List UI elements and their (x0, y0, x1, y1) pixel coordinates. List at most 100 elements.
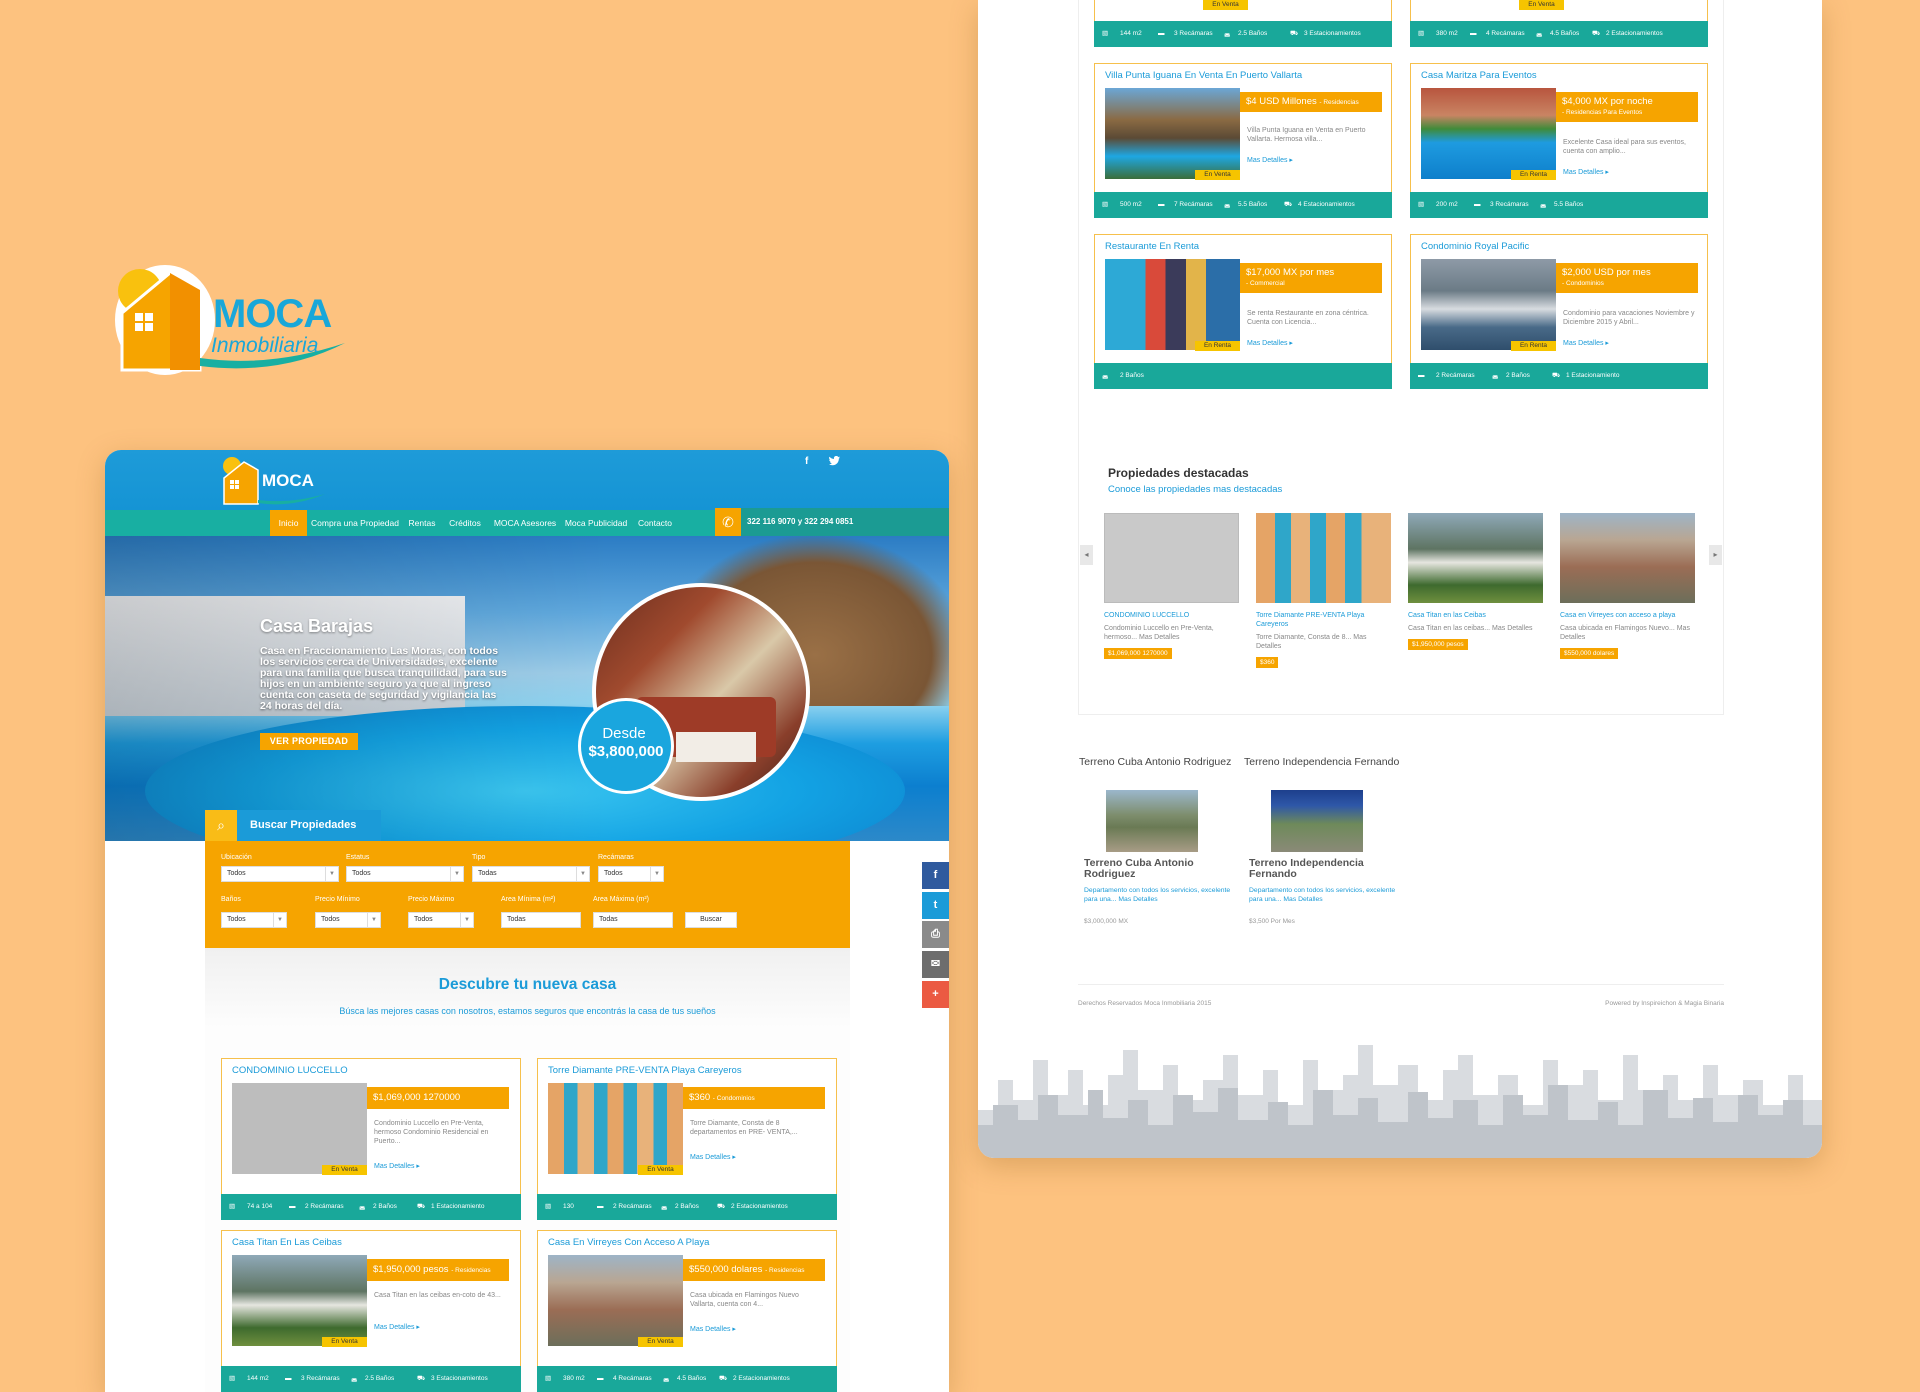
terreno-item[interactable]: Terreno Cuba Antonio Rodriguez Terreno C… (1079, 757, 1239, 926)
property-card[interactable]: Condominio Royal Pacific En Renta $2,000… (1410, 234, 1708, 389)
card-title[interactable]: Torre Diamante PRE-VENTA Playa Careyeros (548, 1065, 742, 1076)
card-title[interactable]: Casa En Virreyes Con Acceso A Playa (548, 1237, 709, 1248)
property-card[interactable]: CONDOMINIO LUCCELLO En Venta $1,069,000 … (221, 1058, 521, 1220)
terreno-item[interactable]: Terreno Independencia Fernando Terreno I… (1244, 757, 1404, 926)
select-ubicacion[interactable]: Todos ▼ (221, 866, 339, 882)
featured-photo[interactable] (1104, 513, 1239, 603)
card-title[interactable]: Restaurante En Renta (1105, 241, 1199, 252)
property-card[interactable]: Restaurante En Renta En Renta $17,000 MX… (1094, 234, 1392, 389)
select-recamaras[interactable]: Todos ▼ (598, 866, 664, 882)
twitter-icon[interactable] (829, 456, 840, 466)
featured-name[interactable]: Casa en Virreyes con acceso a playa (1560, 611, 1695, 620)
bath-icon: ◛ (1540, 201, 1547, 208)
view-property-button[interactable]: VER PROPIEDAD (260, 733, 358, 750)
select-precio-min[interactable]: Todos ▼ (315, 912, 381, 928)
search-button[interactable]: Buscar (685, 912, 737, 928)
carousel-next-icon[interactable]: ▸ (1709, 545, 1722, 565)
select-tipo[interactable]: Todas ▼ (472, 866, 590, 882)
property-card[interactable]: Casa Maritza Para Eventos En Renta $4,00… (1410, 63, 1708, 218)
card-title[interactable]: Casa Titan En Las Ceibas (232, 1237, 342, 1248)
card-title[interactable]: Villa Punta Iguana En Venta En Puerto Va… (1105, 70, 1302, 81)
more-details-link[interactable]: Mas Detalles ▸ (1247, 156, 1293, 164)
property-photo[interactable] (1421, 88, 1556, 179)
property-card[interactable]: Villa Punta Iguana En Venta En Puerto Va… (1094, 63, 1392, 218)
feature-area: 200 m2 (1436, 201, 1458, 208)
terreno-photo[interactable] (1106, 790, 1198, 852)
property-photo[interactable] (232, 1255, 367, 1346)
price-value: $1,069,000 1270000 (373, 1092, 461, 1103)
featured-name[interactable]: CONDOMINIO LUCCELLO (1104, 611, 1239, 620)
carousel-prev-icon[interactable]: ◂ (1080, 545, 1093, 565)
property-photo[interactable] (1105, 88, 1240, 179)
more-details-link[interactable]: Mas Detalles ▸ (374, 1323, 420, 1331)
featured-name[interactable]: Casa Titan en las Ceibas (1408, 611, 1543, 620)
featured-name[interactable]: Torre Diamante PRE-VENTA Playa Careyeros (1256, 611, 1391, 629)
terreno-title[interactable]: Terreno Cuba Antonio Rodriguez (1079, 757, 1239, 768)
nav-rentas[interactable]: Rentas (405, 510, 439, 536)
select-value: Todas (478, 870, 497, 877)
more-label: Mas Detalles (1563, 340, 1604, 347)
powered-by[interactable]: Powered by Inspireichon & Magia Binaria (1605, 1000, 1724, 1007)
facebook-icon[interactable]: f (805, 456, 808, 467)
property-card[interactable]: Casa En Virreyes Con Acceso A Playa En V… (537, 1230, 837, 1392)
phone-box[interactable]: ✆ 322 116 9070 y 322 294 0851 (715, 508, 949, 536)
nav-contacto[interactable]: Contacto (633, 510, 677, 536)
bed-icon: ▬ (597, 1203, 604, 1210)
card-title[interactable]: CONDOMINIO LUCCELLO (232, 1065, 348, 1076)
share-print-icon[interactable]: ⎙ (922, 921, 949, 948)
terreno-title[interactable]: Terreno Independencia Fernando (1244, 757, 1404, 768)
input-area-max[interactable]: Todas (593, 912, 673, 928)
select-estatus[interactable]: Todos ▼ (346, 866, 464, 882)
status-tag: En Renta (1511, 170, 1556, 180)
logo-sub: Inmobiliaria (211, 334, 319, 357)
share-more-icon[interactable]: + (922, 981, 949, 1008)
more-details-link[interactable]: Mas Detalles ▸ (690, 1153, 736, 1161)
select-precio-max[interactable]: Todos ▼ (408, 912, 474, 928)
featured-price: $1,950,000 pesos (1408, 639, 1468, 650)
featured-item[interactable]: Casa en Virreyes con acceso a playa Casa… (1560, 513, 1695, 660)
more-details-link[interactable]: Mas Detalles ▸ (1247, 339, 1293, 347)
nav-asesores[interactable]: MOCA Asesores (491, 510, 559, 536)
more-details-link[interactable]: Mas Detalles ▸ (1563, 168, 1609, 176)
select-banos[interactable]: Todos ▼ (221, 912, 287, 928)
area-icon: ▧ (545, 1203, 552, 1210)
terreno-name[interactable]: Terreno Cuba Antonio Rodriguez (1084, 858, 1239, 880)
feature-parking: 3 Estacionamientos (431, 1375, 488, 1382)
nav-inicio[interactable]: Inicio (270, 510, 307, 536)
hero-price-badge: Desde $3,800,000 (578, 698, 674, 794)
input-area-min[interactable]: Todas (501, 912, 581, 928)
feature-baths: 2 Baños (1120, 372, 1144, 379)
site-logo-icon[interactable]: MOCA (220, 456, 330, 508)
bath-icon: ◛ (351, 1375, 358, 1382)
property-photo[interactable] (548, 1083, 683, 1174)
featured-photo[interactable] (1408, 513, 1543, 603)
card-title[interactable]: Condominio Royal Pacific (1421, 241, 1529, 252)
share-facebook-icon[interactable]: f (922, 862, 949, 889)
nav-creditos[interactable]: Créditos (445, 510, 485, 536)
featured-photo[interactable] (1256, 513, 1391, 603)
more-details-link[interactable]: Mas Detalles ▸ (1563, 339, 1609, 347)
property-card[interactable]: Casa Titan En Las Ceibas En Venta $1,950… (221, 1230, 521, 1392)
nav-publicidad[interactable]: Moca Publicidad (563, 510, 629, 536)
price-value: $4 USD Millones (1246, 96, 1317, 107)
share-email-icon[interactable]: ✉ (922, 951, 949, 978)
featured-item[interactable]: Torre Diamante PRE-VENTA Playa Careyeros… (1256, 513, 1391, 669)
nav-compra[interactable]: Compra una Propiedad (311, 510, 399, 536)
more-details-link[interactable]: Mas Detalles ▸ (690, 1325, 736, 1333)
card-title[interactable]: Casa Maritza Para Eventos (1421, 70, 1537, 81)
featured-item[interactable]: Casa Titan en las Ceibas Casa Titan en l… (1408, 513, 1543, 651)
status-tag: En Venta (638, 1337, 683, 1347)
terreno-price: $3,500 Por Mes (1249, 918, 1295, 925)
property-photo[interactable] (232, 1083, 367, 1174)
featured-desc: Torre Diamante, Consta de 8... Mas Detal… (1256, 634, 1367, 650)
property-photo[interactable] (1105, 259, 1240, 350)
terreno-photo[interactable] (1271, 790, 1363, 852)
featured-item[interactable]: CONDOMINIO LUCCELLO Condominio Luccello … (1104, 513, 1239, 660)
property-photo[interactable] (548, 1255, 683, 1346)
property-photo[interactable] (1421, 259, 1556, 350)
more-details-link[interactable]: Mas Detalles ▸ (374, 1162, 420, 1170)
featured-photo[interactable] (1560, 513, 1695, 603)
terreno-name[interactable]: Terreno Independencia Fernando (1249, 858, 1404, 880)
property-card[interactable]: Torre Diamante PRE-VENTA Playa Careyeros… (537, 1058, 837, 1220)
share-twitter-icon[interactable]: t (922, 892, 949, 919)
